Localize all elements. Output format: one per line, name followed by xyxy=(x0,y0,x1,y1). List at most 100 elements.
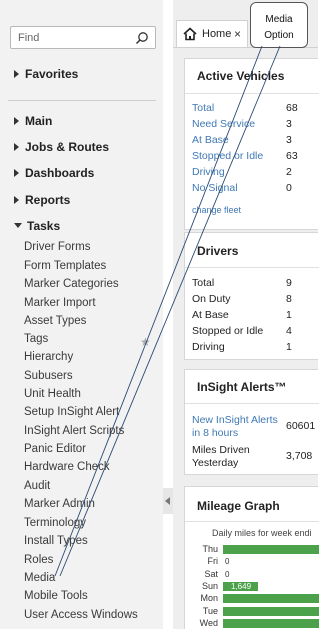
search-box[interactable] xyxy=(10,26,156,49)
tab-home[interactable]: Home × xyxy=(176,20,248,48)
section-favorites[interactable]: Favorites xyxy=(14,67,78,81)
vehicles-no-signal-link[interactable]: No Signal xyxy=(192,182,238,194)
active-vehicles-title: Active Vehicles xyxy=(197,69,285,83)
callout-line-2: Option xyxy=(264,30,294,41)
vehicles-stopped-value: 63 xyxy=(286,150,298,162)
drivers-title: Drivers xyxy=(197,244,239,258)
vehicles-total-value: 68 xyxy=(286,102,298,114)
bar-wed xyxy=(223,618,319,628)
menu-item-unit-health[interactable]: Unit Health xyxy=(24,388,81,400)
menu-item-tags[interactable]: Tags xyxy=(24,333,48,345)
drivers-on-duty-label: On Duty xyxy=(192,293,231,305)
callout-line-1: Media xyxy=(265,14,293,25)
section-main[interactable]: Main xyxy=(14,114,52,128)
section-dashboards[interactable]: Dashboards xyxy=(14,166,94,180)
miles-driven-value: 3,708 xyxy=(286,450,313,462)
search-icon[interactable] xyxy=(135,31,149,45)
drivers-on-duty-value: 8 xyxy=(286,293,292,305)
menu-item-panic-editor[interactable]: Panic Editor xyxy=(24,443,86,455)
menu-item-mobile-tools[interactable]: Mobile Tools xyxy=(24,590,88,602)
miles-driven-label: Miles Driven xyxy=(192,444,250,456)
bar-value-sat: 0 xyxy=(225,569,230,579)
bar-value-sun: 1,649 xyxy=(231,581,252,591)
card-divider xyxy=(185,403,319,404)
close-icon[interactable]: × xyxy=(234,27,241,41)
menu-item-asset-types[interactable]: Asset Types xyxy=(24,315,86,327)
menu-item-user-access-windows[interactable]: User Access Windows xyxy=(24,609,138,621)
menu-item-subusers[interactable]: Subusers xyxy=(24,370,73,382)
drivers-card: Drivers Total 9 On Duty 8 At Base 1 Stop… xyxy=(184,232,319,360)
day-label-mon: Mon xyxy=(200,593,218,604)
section-jobs-routes[interactable]: Jobs & Routes xyxy=(14,140,109,154)
insight-alerts-value: 60601 xyxy=(286,420,316,432)
mileage-graph-title: Mileage Graph xyxy=(197,499,280,513)
caret-right-icon xyxy=(14,196,19,204)
menu-item-driver-forms[interactable]: Driver Forms xyxy=(24,241,90,253)
caret-right-icon xyxy=(14,117,19,125)
bar-value-fri: 0 xyxy=(225,557,230,567)
day-label-wed: Wed xyxy=(199,617,218,628)
menu-item-setup-insight-alert[interactable]: Setup InSight Alert xyxy=(24,406,119,418)
chevron-left-icon xyxy=(165,497,170,505)
vehicles-driving-value: 2 xyxy=(286,166,292,178)
vehicles-no-signal-value: 0 xyxy=(286,182,292,194)
drivers-total-value: 9 xyxy=(286,277,292,289)
menu-item-marker-admin[interactable]: Marker Admin xyxy=(24,498,95,510)
mileage-graph-card: Mileage Graph Daily miles for week endi … xyxy=(184,486,319,629)
bar-thu xyxy=(223,545,319,554)
caret-right-icon xyxy=(14,143,19,151)
menu-item-marker-import[interactable]: Marker Import xyxy=(24,297,96,309)
bar-mon xyxy=(223,594,319,604)
menu-item-install-types[interactable]: Install Types xyxy=(24,535,88,547)
new-insight-alerts-link-line2[interactable]: in 8 hours xyxy=(192,427,238,439)
new-insight-alerts-link[interactable]: New InSight Alerts xyxy=(192,414,278,426)
change-fleet-link[interactable]: change fleet xyxy=(192,205,241,215)
callout-box: Media Option xyxy=(250,2,308,48)
card-divider xyxy=(185,521,319,522)
vehicles-stopped-link[interactable]: Stopped or Idle xyxy=(192,150,263,162)
search-input[interactable] xyxy=(18,30,133,46)
vehicles-at-base-value: 3 xyxy=(286,134,292,146)
day-label-sat: Sat xyxy=(204,568,218,579)
drivers-stopped-label: Stopped or Idle xyxy=(192,325,264,337)
caret-right-icon xyxy=(14,70,19,78)
vehicles-at-base-link[interactable]: At Base xyxy=(192,134,229,146)
menu-item-terminology[interactable]: Terminology xyxy=(24,517,86,529)
menu-item-media[interactable]: Media xyxy=(24,572,55,584)
card-divider xyxy=(185,93,319,94)
menu-item-hierarchy[interactable]: Hierarchy xyxy=(24,351,73,363)
pin-icon[interactable]: ★ xyxy=(140,335,151,349)
insight-alerts-title: InSight Alerts™ xyxy=(197,380,287,394)
drivers-total-label: Total xyxy=(192,277,215,289)
drivers-driving-label: Driving xyxy=(192,341,225,353)
insight-alerts-card: InSight Alerts™ New InSight Alerts in 8 … xyxy=(184,369,319,475)
day-label-tue: Tue xyxy=(202,605,218,616)
bar-tue xyxy=(223,606,319,616)
day-label-thu: Thu xyxy=(202,544,218,554)
section-reports[interactable]: Reports xyxy=(14,193,70,207)
drivers-driving-value: 1 xyxy=(286,341,292,353)
drivers-at-base-label: At Base xyxy=(192,309,229,321)
vehicles-need-service-value: 3 xyxy=(286,118,292,130)
menu-item-insight-alert-scripts[interactable]: InSight Alert Scripts xyxy=(24,425,124,437)
menu-item-hardware-check[interactable]: Hardware Check xyxy=(24,461,110,473)
day-label-fri: Fri xyxy=(207,556,219,567)
caret-right-icon xyxy=(14,169,19,177)
collapse-sidebar-button[interactable] xyxy=(163,488,173,514)
vehicles-driving-link[interactable]: Driving xyxy=(192,166,225,178)
menu-item-audit[interactable]: Audit xyxy=(24,480,50,492)
miles-driven-label-line2: Yesterday xyxy=(192,457,239,469)
menu-item-marker-categories[interactable]: Marker Categories xyxy=(24,278,119,290)
vehicles-total-link[interactable]: Total xyxy=(192,102,214,114)
menu-item-roles[interactable]: Roles xyxy=(24,554,53,566)
sidebar: Favorites Main Jobs & Routes Dashboards … xyxy=(0,0,163,629)
tab-home-label: Home xyxy=(202,28,232,40)
chart-subtitle: Daily miles for week endi xyxy=(212,528,312,538)
drivers-at-base-value: 1 xyxy=(286,309,292,321)
menu-item-form-templates[interactable]: Form Templates xyxy=(24,260,106,272)
vehicles-need-service-link[interactable]: Need Service xyxy=(192,118,255,130)
day-label-sun: Sun xyxy=(201,580,218,591)
section-tasks[interactable]: Tasks xyxy=(14,219,60,233)
card-divider xyxy=(185,267,319,268)
divider xyxy=(8,100,156,101)
